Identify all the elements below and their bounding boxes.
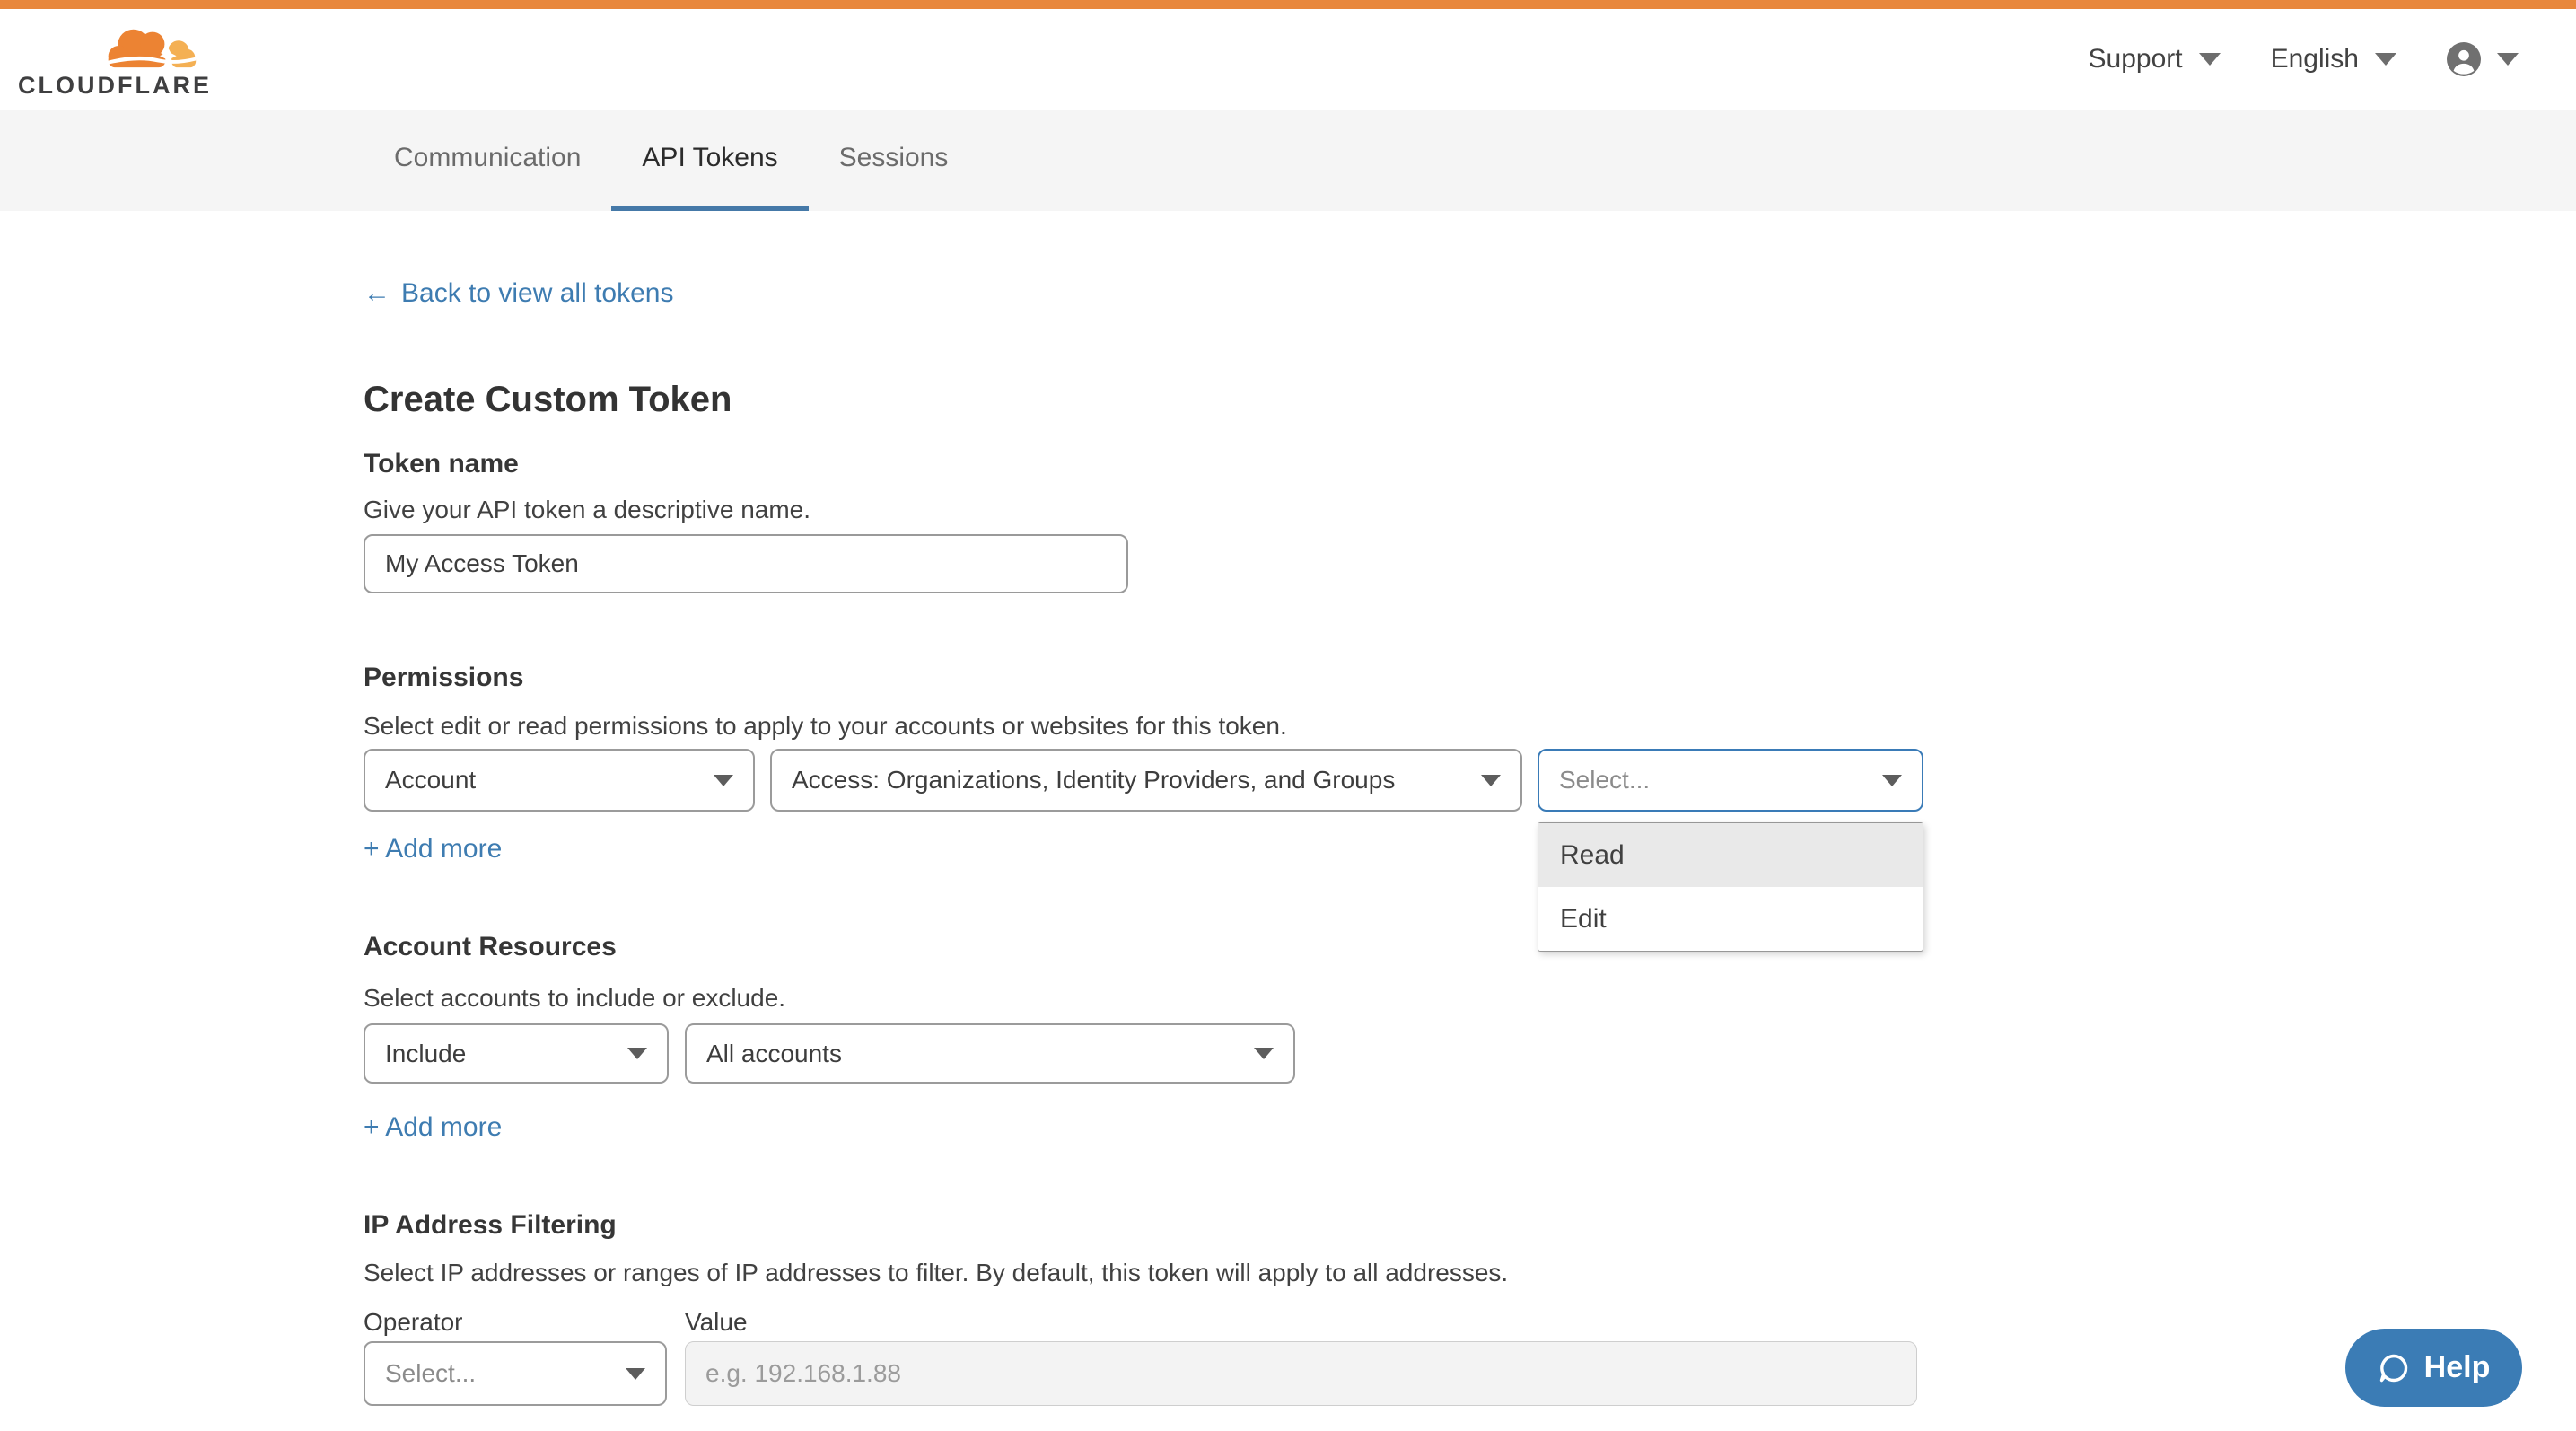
operator-select[interactable]: Select... xyxy=(364,1341,667,1406)
chevron-down-icon xyxy=(2497,53,2519,66)
accounts-value: All accounts xyxy=(706,1040,842,1068)
permission-access-select-wrap: Select... Read Edit xyxy=(1538,749,1923,812)
chevron-down-icon xyxy=(626,1368,645,1380)
permissions-heading: Permissions xyxy=(364,663,2576,693)
back-link-label: Back to view all tokens xyxy=(401,278,673,309)
account-resources-heading: Account Resources xyxy=(364,932,2576,962)
tab-communication[interactable]: Communication xyxy=(364,110,611,211)
language-label: English xyxy=(2271,44,2359,75)
permission-scope-value: Account xyxy=(385,766,476,795)
permission-scope-select[interactable]: Account xyxy=(364,749,755,812)
operator-label: Operator xyxy=(364,1309,685,1336)
account-menu[interactable] xyxy=(2447,42,2519,76)
token-name-description: Give your API token a descriptive name. xyxy=(364,496,2576,524)
back-to-tokens-link[interactable]: ← Back to view all tokens xyxy=(364,278,673,309)
chevron-down-icon xyxy=(2375,53,2396,66)
token-name-input[interactable] xyxy=(364,534,1128,593)
header-right: Support English xyxy=(2089,42,2519,76)
chevron-down-icon xyxy=(714,775,733,786)
header: CLOUDFLARE Support English xyxy=(0,9,2576,110)
support-menu[interactable]: Support xyxy=(2089,44,2221,75)
cloudflare-wordmark: CLOUDFLARE xyxy=(18,74,212,98)
permission-access-menu: Read Edit xyxy=(1538,822,1923,952)
operator-placeholder: Select... xyxy=(385,1359,476,1388)
permissions-add-more-link[interactable]: + Add more xyxy=(364,835,502,864)
left-arrow-icon: ← xyxy=(364,278,390,309)
chevron-down-icon xyxy=(1254,1048,1274,1059)
token-name-heading: Token name xyxy=(364,449,2576,479)
cloudflare-logo[interactable]: CLOUDFLARE xyxy=(18,22,212,98)
account-resources-add-more-link[interactable]: + Add more xyxy=(364,1113,502,1142)
include-exclude-select[interactable]: Include xyxy=(364,1023,669,1084)
account-resources-description: Select accounts to include or exclude. xyxy=(364,984,2576,1013)
language-menu[interactable]: English xyxy=(2271,44,2396,75)
chevron-down-icon xyxy=(2199,53,2221,66)
top-accent-bar xyxy=(0,0,2576,9)
ip-filtering-labels: Operator Value xyxy=(364,1309,2576,1336)
chevron-down-icon xyxy=(1481,775,1501,786)
permissions-row: Account Access: Organizations, Identity … xyxy=(364,749,2576,812)
page-title: Create Custom Token xyxy=(364,379,2576,420)
support-label: Support xyxy=(2089,44,2183,75)
chat-bubble-icon xyxy=(2378,1352,2410,1384)
help-button-label: Help xyxy=(2424,1350,2491,1385)
ip-filtering-row: Select... xyxy=(364,1341,2576,1406)
permission-access-placeholder: Select... xyxy=(1559,766,1650,795)
ip-filtering-description: Select IP addresses or ranges of IP addr… xyxy=(364,1259,2576,1287)
permissions-description: Select edit or read permissions to apply… xyxy=(364,712,2576,741)
tab-api-tokens[interactable]: API Tokens xyxy=(611,110,808,211)
main-content: ← Back to view all tokens Create Custom … xyxy=(0,211,2576,1406)
permission-group-value: Access: Organizations, Identity Provider… xyxy=(792,766,1395,795)
tab-sessions[interactable]: Sessions xyxy=(809,110,979,211)
accounts-select[interactable]: All accounts xyxy=(685,1023,1295,1084)
cloudflare-cloud-icon xyxy=(97,22,203,72)
chevron-down-icon xyxy=(1882,775,1902,786)
menu-option-read[interactable]: Read xyxy=(1538,823,1923,887)
ip-filtering-heading: IP Address Filtering xyxy=(364,1210,2576,1241)
help-button[interactable]: Help xyxy=(2345,1329,2522,1407)
account-resources-row: Include All accounts xyxy=(364,1023,2576,1084)
value-label: Value xyxy=(685,1309,748,1336)
permission-group-select[interactable]: Access: Organizations, Identity Provider… xyxy=(770,749,1522,812)
user-avatar-icon xyxy=(2447,42,2481,76)
ip-value-input[interactable] xyxy=(685,1341,1917,1406)
menu-option-edit[interactable]: Edit xyxy=(1538,887,1923,951)
permission-access-select[interactable]: Select... xyxy=(1538,749,1923,812)
chevron-down-icon xyxy=(627,1048,647,1059)
include-exclude-value: Include xyxy=(385,1040,466,1068)
profile-tabbar: Communication API Tokens Sessions xyxy=(0,110,2576,211)
